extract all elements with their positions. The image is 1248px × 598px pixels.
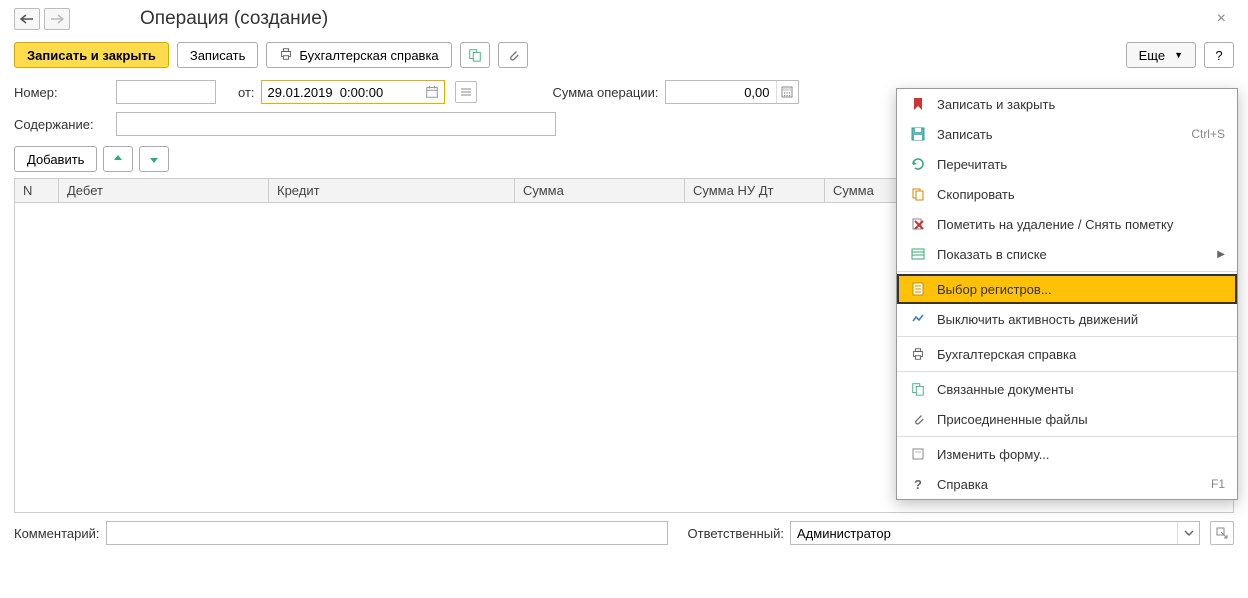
calendar-icon[interactable]	[422, 82, 442, 102]
more-label: Еще	[1139, 48, 1165, 63]
menu-item-label: Перечитать	[937, 157, 1007, 172]
menu-show-in-list[interactable]: Показать в списке ▶	[897, 239, 1237, 269]
save-and-close-button[interactable]: Записать и закрыть	[14, 42, 169, 68]
menu-mark-delete[interactable]: Пометить на удаление / Снять пометку	[897, 209, 1237, 239]
col-debit[interactable]: Дебет	[59, 179, 269, 203]
registers-icon	[909, 280, 927, 298]
related-docs-button[interactable]	[460, 42, 490, 68]
related-docs-icon	[909, 380, 927, 398]
add-row-button[interactable]: Добавить	[14, 146, 97, 172]
responsible-dropdown	[790, 521, 1200, 545]
comment-label: Комментарий:	[14, 526, 100, 541]
dropdown-toggle-icon[interactable]	[1177, 522, 1199, 544]
menu-item-label: Скопировать	[937, 187, 1015, 202]
menu-item-label: Записать	[937, 127, 993, 142]
mark-delete-icon	[909, 215, 927, 233]
menu-item-label: Связанные документы	[937, 382, 1074, 397]
chevron-down-icon: ▼	[1174, 50, 1183, 60]
menu-item-label: Присоединенные файлы	[937, 412, 1088, 427]
date-list-button[interactable]	[455, 81, 477, 103]
content-input[interactable]	[116, 112, 556, 136]
menu-item-label: Бухгалтерская справка	[937, 347, 1076, 362]
menu-print-reference[interactable]: Бухгалтерская справка	[897, 339, 1237, 369]
menu-reread[interactable]: Перечитать	[897, 149, 1237, 179]
menu-attached-files[interactable]: Присоединенные файлы	[897, 404, 1237, 434]
menu-separator	[897, 436, 1237, 437]
disk-icon	[909, 125, 927, 143]
move-down-button[interactable]	[139, 146, 169, 172]
refresh-icon	[909, 155, 927, 173]
col-sum[interactable]: Сумма	[515, 179, 685, 203]
submenu-arrow-icon: ▶	[1217, 249, 1225, 260]
page-title: Операция (создание)	[140, 8, 328, 30]
more-menu: Записать и закрыть Записать Ctrl+S Переч…	[896, 88, 1238, 500]
print-reference-button[interactable]: Бухгалтерская справка	[266, 42, 451, 68]
col-n[interactable]: N	[15, 179, 59, 203]
list-icon	[909, 245, 927, 263]
menu-change-form[interactable]: Изменить форму...	[897, 439, 1237, 469]
menu-item-label: Показать в списке	[937, 247, 1047, 262]
menu-copy[interactable]: Скопировать	[897, 179, 1237, 209]
menu-item-label: Выключить активность движений	[937, 312, 1138, 327]
more-button[interactable]: Еще ▼	[1126, 42, 1196, 68]
save-button[interactable]: Записать	[177, 42, 259, 68]
menu-separator	[897, 371, 1237, 372]
menu-shortcut: Ctrl+S	[1191, 127, 1225, 141]
number-label: Номер:	[14, 85, 110, 100]
comment-input[interactable]	[106, 521, 668, 545]
print-reference-label: Бухгалтерская справка	[299, 48, 438, 63]
menu-separator	[897, 336, 1237, 337]
printer-icon	[279, 47, 293, 64]
date-field-wrap	[261, 80, 445, 104]
menu-related-docs[interactable]: Связанные документы	[897, 374, 1237, 404]
menu-select-registers[interactable]: Выбор регистров...	[897, 274, 1237, 304]
col-credit[interactable]: Кредит	[269, 179, 515, 203]
close-button[interactable]: ×	[1209, 10, 1234, 28]
responsible-label: Ответственный:	[688, 526, 784, 541]
move-up-button[interactable]	[103, 146, 133, 172]
help-icon: ?	[909, 475, 927, 493]
col-sum-nu-dt[interactable]: Сумма НУ Дт	[685, 179, 825, 203]
sum-field-wrap	[665, 80, 799, 104]
sum-label: Сумма операции:	[553, 85, 659, 100]
menu-item-label: Записать и закрыть	[937, 97, 1055, 112]
menu-separator	[897, 271, 1237, 272]
printer-icon	[909, 345, 927, 363]
attach-icon	[909, 410, 927, 428]
menu-save-close[interactable]: Записать и закрыть	[897, 89, 1237, 119]
nav-forward-button[interactable]	[44, 8, 70, 30]
sum-input[interactable]	[666, 81, 776, 103]
copy-icon	[909, 185, 927, 203]
bookmark-icon	[909, 95, 927, 113]
menu-item-label: Справка	[937, 477, 988, 492]
form-icon	[909, 445, 927, 463]
menu-item-label: Выбор регистров...	[937, 282, 1052, 297]
number-input[interactable]	[116, 80, 216, 104]
menu-save[interactable]: Записать Ctrl+S	[897, 119, 1237, 149]
calculator-icon[interactable]	[776, 81, 798, 103]
menu-help[interactable]: ? Справка F1	[897, 469, 1237, 499]
menu-item-label: Изменить форму...	[937, 447, 1050, 462]
content-label: Содержание:	[14, 117, 110, 132]
help-button[interactable]: ?	[1204, 42, 1234, 68]
activity-icon	[909, 310, 927, 328]
menu-shortcut: F1	[1211, 477, 1225, 491]
menu-disable-activity[interactable]: Выключить активность движений	[897, 304, 1237, 334]
nav-back-button[interactable]	[14, 8, 40, 30]
attach-button[interactable]	[498, 42, 528, 68]
date-input[interactable]	[262, 81, 422, 103]
date-label: от:	[238, 85, 255, 100]
open-reference-button[interactable]	[1210, 521, 1234, 545]
responsible-input[interactable]	[791, 522, 1177, 544]
menu-item-label: Пометить на удаление / Снять пометку	[937, 217, 1173, 232]
